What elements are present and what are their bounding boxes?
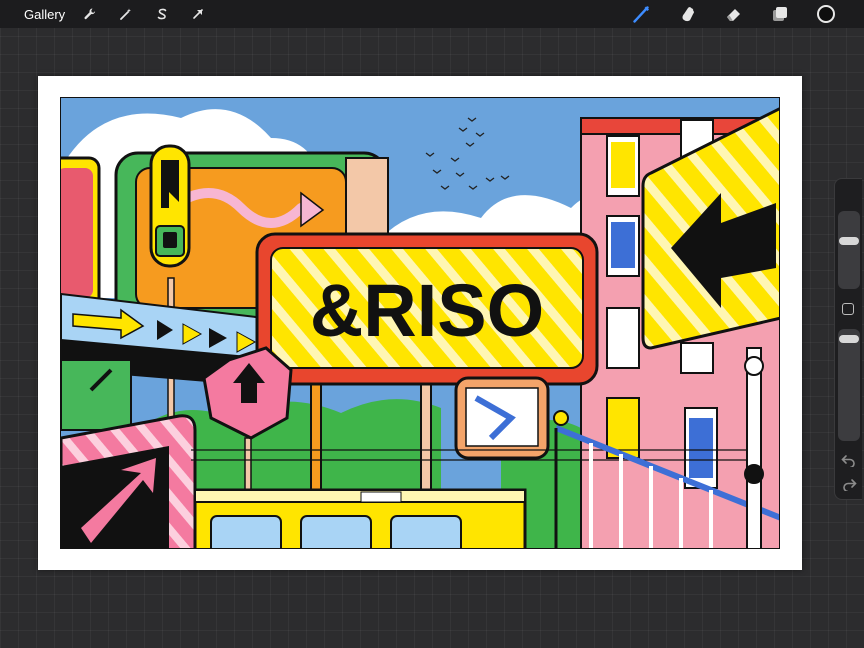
brush-icon[interactable] — [630, 2, 654, 26]
side-toolbar — [834, 178, 862, 500]
brush-size-slider[interactable] — [838, 211, 860, 289]
red-sign-left — [61, 156, 101, 310]
modify-button[interactable] — [842, 303, 854, 315]
eraser-icon[interactable] — [722, 2, 746, 26]
drawing-canvas[interactable]: &RISO — [38, 76, 802, 570]
wrench-icon[interactable] — [79, 3, 101, 25]
smudge-icon[interactable] — [676, 2, 700, 26]
gallery-button[interactable]: Gallery — [24, 7, 65, 22]
layers-icon[interactable] — [768, 2, 792, 26]
redo-icon[interactable] — [841, 477, 857, 491]
brush-size-knob[interactable] — [839, 237, 859, 245]
magic-wand-icon[interactable] — [115, 3, 137, 25]
opacity-knob[interactable] — [839, 335, 859, 343]
artwork-svg: &RISO — [61, 98, 779, 548]
current-color-swatch — [817, 5, 835, 23]
opacity-slider[interactable] — [838, 329, 860, 441]
artwork-illustration: &RISO — [60, 97, 780, 549]
undo-icon[interactable] — [841, 453, 857, 467]
transform-arrow-icon[interactable] — [187, 3, 209, 25]
crosswalk-sign — [454, 376, 550, 460]
pink-arrow-sign — [61, 414, 197, 548]
right-pole-signs — [744, 347, 764, 548]
top-toolbar: Gallery — [0, 0, 864, 28]
color-picker-button[interactable] — [814, 2, 838, 26]
riso-sign-text: &RISO — [310, 269, 544, 352]
right-tool-group — [630, 0, 864, 28]
yellow-tram — [193, 488, 527, 548]
selection-s-icon[interactable] — [151, 3, 173, 25]
